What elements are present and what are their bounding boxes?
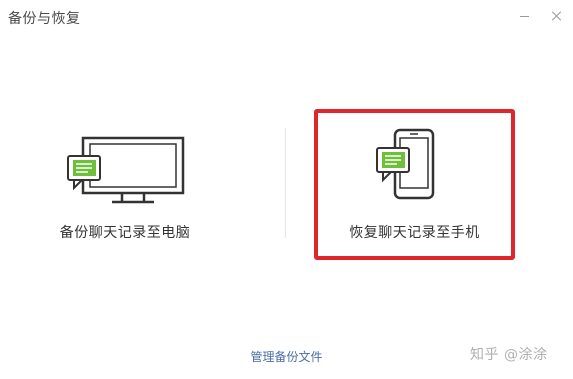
minimize-button[interactable] — [512, 6, 536, 26]
backup-to-pc-label: 备份聊天记录至电脑 — [59, 225, 191, 241]
backup-to-pc-option[interactable]: 备份聊天记录至电脑 — [30, 120, 220, 250]
close-icon — [552, 11, 562, 21]
phone-chat-icon — [373, 126, 453, 210]
monitor-chat-icon — [62, 134, 192, 218]
backup-restore-window: 备份与恢复 备份聊天记录至电脑 恢复聊天记录至手机 管理备份文件 知乎 @涂涂 — [0, 0, 573, 379]
close-button[interactable] — [545, 6, 569, 26]
watermark-text: 知乎 @涂涂 — [470, 347, 548, 363]
restore-to-phone-option[interactable]: 恢复聊天记录至手机 — [318, 112, 511, 255]
restore-to-phone-label: 恢复聊天记录至手机 — [349, 225, 480, 241]
window-title: 备份与恢复 — [8, 11, 81, 27]
minimize-icon — [519, 15, 529, 17]
divider — [285, 128, 286, 238]
